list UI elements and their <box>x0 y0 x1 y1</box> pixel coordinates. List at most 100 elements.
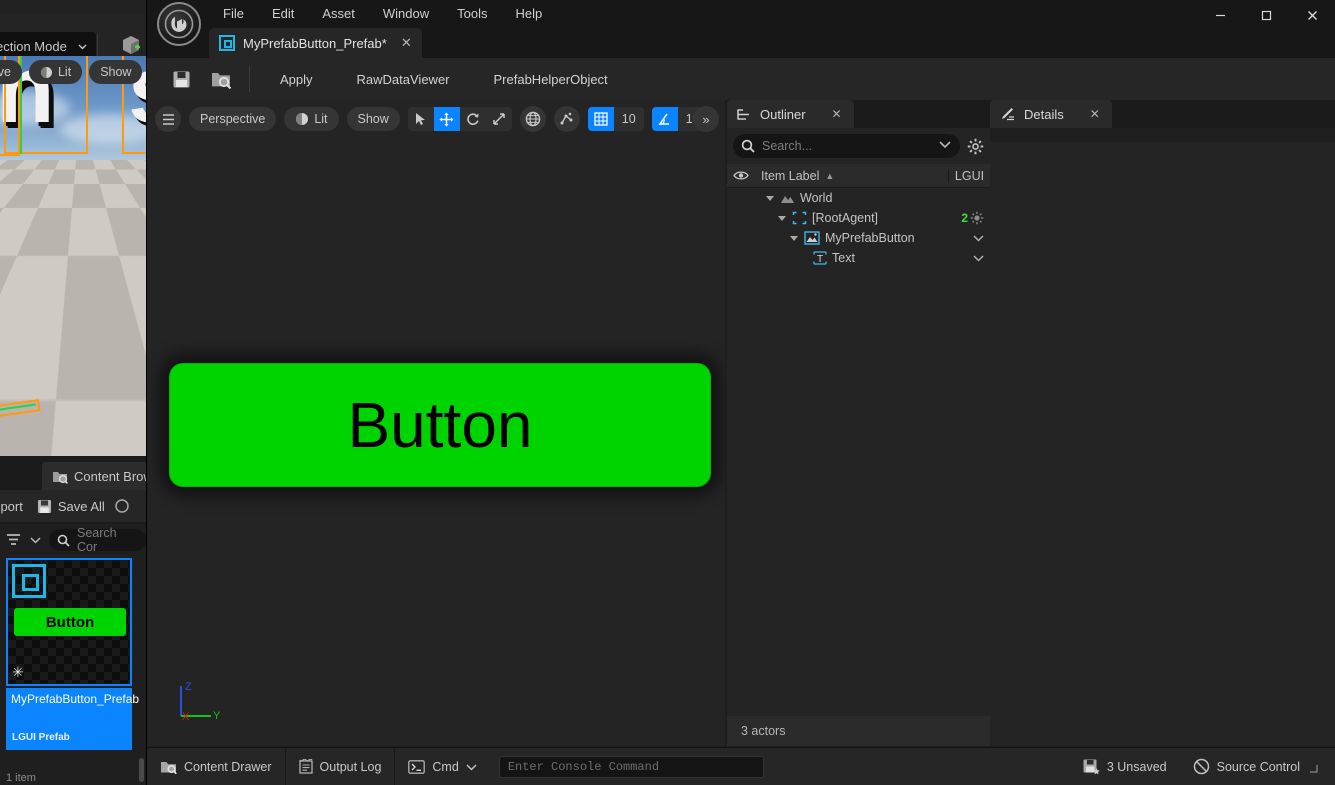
details-panel: Details ✕ <box>990 100 1335 746</box>
menu-tools[interactable]: Tools <box>443 2 501 26</box>
outliner-row-text[interactable]: T Text <box>727 248 990 268</box>
overflow-label: » <box>702 111 710 127</box>
background-content-browser-tab[interactable]: Content Brow <box>42 462 146 490</box>
more-options-icon[interactable] <box>115 499 129 513</box>
asset-tab-title: MyPrefabButton_Prefab* <box>243 35 387 51</box>
show-menu-button[interactable]: Show <box>346 107 400 131</box>
menu-file[interactable]: File <box>209 2 258 26</box>
asset-tab-close-icon[interactable]: ✕ <box>401 35 412 51</box>
rotate-icon[interactable] <box>460 107 486 131</box>
visibility-column-header[interactable] <box>727 170 755 181</box>
output-log-label: Output Log <box>319 759 382 774</box>
item-label-column-header[interactable]: Item Label ▲ <box>755 169 948 183</box>
svg-text:Y: Y <box>213 710 221 720</box>
prefab-icon <box>804 231 820 245</box>
camera-mode-button[interactable]: Perspective <box>189 107 277 131</box>
outliner-row-world[interactable]: World <box>727 188 990 208</box>
unsaved-button[interactable]: 3 Unsaved <box>1070 748 1180 785</box>
surface-snap-icon[interactable] <box>553 106 580 132</box>
menu-asset[interactable]: Asset <box>308 2 369 26</box>
details-close-icon[interactable]: ✕ <box>1090 107 1100 121</box>
content-browser-tab-label: Content Brow <box>74 468 146 484</box>
output-log-button[interactable]: Output Log <box>286 747 396 785</box>
cmd-button[interactable]: Cmd <box>395 748 489 785</box>
grid-snap-value[interactable]: 10 <box>613 107 644 131</box>
expand-triangle-icon[interactable] <box>789 233 799 243</box>
menu-edit[interactable]: Edit <box>258 2 308 26</box>
asset-thumbnail[interactable]: Button ✳ <box>6 558 132 686</box>
prefab-viewport[interactable]: Perspective Lit Show 10 » Button Z Y X <box>147 100 725 746</box>
browse-button[interactable] <box>201 58 241 100</box>
status-bar-right: 3 Unsaved Source Control <box>1070 748 1335 785</box>
menu-window[interactable]: Window <box>369 2 443 26</box>
grid-snap-group: 10 <box>587 107 644 131</box>
asset-thumbnail-button-preview: Button <box>14 608 126 636</box>
outliner-row-dropdown[interactable] <box>973 254 984 262</box>
outliner-row-label: Text <box>832 251 855 265</box>
outliner-close-icon[interactable]: ✕ <box>832 107 842 121</box>
expand-triangle-icon[interactable] <box>777 213 787 223</box>
view-mode-button[interactable]: Lit <box>284 107 339 131</box>
filter-icon[interactable] <box>6 533 22 547</box>
source-control-button[interactable]: Source Control <box>1180 748 1335 785</box>
asset-tab[interactable]: MyPrefabButton_Prefab* ✕ <box>209 28 422 58</box>
show-menu-button[interactable]: Show <box>89 60 143 84</box>
background-viewport[interactable]: n s <box>0 56 146 456</box>
lit-icon <box>295 112 309 126</box>
viewport-overflow-icon[interactable]: » <box>693 106 719 132</box>
select-icon[interactable] <box>408 107 434 131</box>
outliner-row-label: World <box>800 191 833 205</box>
horizon-line <box>0 163 146 164</box>
outliner-row-rootagent[interactable]: [RootAgent] 2 <box>727 208 990 228</box>
grid-snap-icon[interactable] <box>587 107 614 131</box>
content-browser-search-input[interactable]: Search Cor <box>49 526 146 554</box>
text-icon: T <box>813 251 827 265</box>
world-icon <box>780 192 795 205</box>
angle-snap-icon[interactable] <box>651 107 678 131</box>
create-actor-icon[interactable] <box>120 34 142 58</box>
chevron-down-icon[interactable] <box>30 536 41 544</box>
background-content-browser-toolbar: Import Save All <box>0 490 146 522</box>
scrollbar[interactable] <box>139 758 144 782</box>
import-button[interactable]: Import <box>0 499 23 514</box>
close-button[interactable] <box>1289 0 1335 30</box>
background-viewport-buttons: ive Lit Show <box>0 60 143 84</box>
badge-count: 2 <box>961 211 968 225</box>
rawdataviewer-button[interactable]: RawDataViewer <box>335 58 472 100</box>
prefab-badge-icon <box>12 564 46 598</box>
move-icon[interactable] <box>433 107 460 131</box>
content-drawer-button[interactable]: Content Drawer <box>147 747 286 785</box>
selection-mode-label: ection Mode <box>0 38 67 54</box>
tab-outliner[interactable]: Outliner ✕ <box>727 100 854 128</box>
chevron-down-icon[interactable] <box>466 763 477 771</box>
menu-help[interactable]: Help <box>501 2 556 26</box>
minimize-button[interactable] <box>1197 0 1243 30</box>
lgui-column-header[interactable]: LGUI <box>948 168 990 183</box>
console-command-input[interactable]: Enter Console Command <box>498 755 764 778</box>
prefabhelperobject-button[interactable]: PrefabHelperObject <box>472 58 630 100</box>
lit-icon <box>40 66 53 79</box>
tab-details[interactable]: Details ✕ <box>990 100 1112 128</box>
asset-label[interactable]: MyPrefabButton_Prefab LGUI Prefab <box>6 688 139 750</box>
world-globe-icon[interactable] <box>519 106 546 132</box>
expand-triangle-icon[interactable] <box>765 193 775 203</box>
viewport-menu-icon[interactable] <box>155 106 181 132</box>
outliner-row-dropdown[interactable] <box>973 234 984 242</box>
save-button[interactable] <box>161 58 201 100</box>
prefab-button-preview[interactable]: Button <box>169 363 711 487</box>
view-mode-button[interactable]: Lit <box>28 60 83 84</box>
outliner-row-myprefabbutton[interactable]: MyPrefabButton <box>727 228 990 248</box>
outliner-search-input[interactable]: Search... <box>733 134 960 158</box>
outliner-row-badge: 2 <box>961 211 984 225</box>
prefab-icon <box>219 35 235 51</box>
details-body <box>990 128 1335 746</box>
maximize-button[interactable] <box>1243 0 1289 30</box>
apply-button[interactable]: Apply <box>258 58 335 100</box>
gear-icon[interactable] <box>967 138 984 155</box>
save-all-button[interactable]: Save All <box>37 499 105 514</box>
chevron-down-icon[interactable] <box>939 140 951 149</box>
realtime-toggle[interactable]: ive <box>0 60 22 84</box>
scale-icon[interactable] <box>486 107 512 131</box>
toolbar-divider <box>97 34 98 58</box>
resize-grip-icon[interactable] <box>1309 761 1318 773</box>
